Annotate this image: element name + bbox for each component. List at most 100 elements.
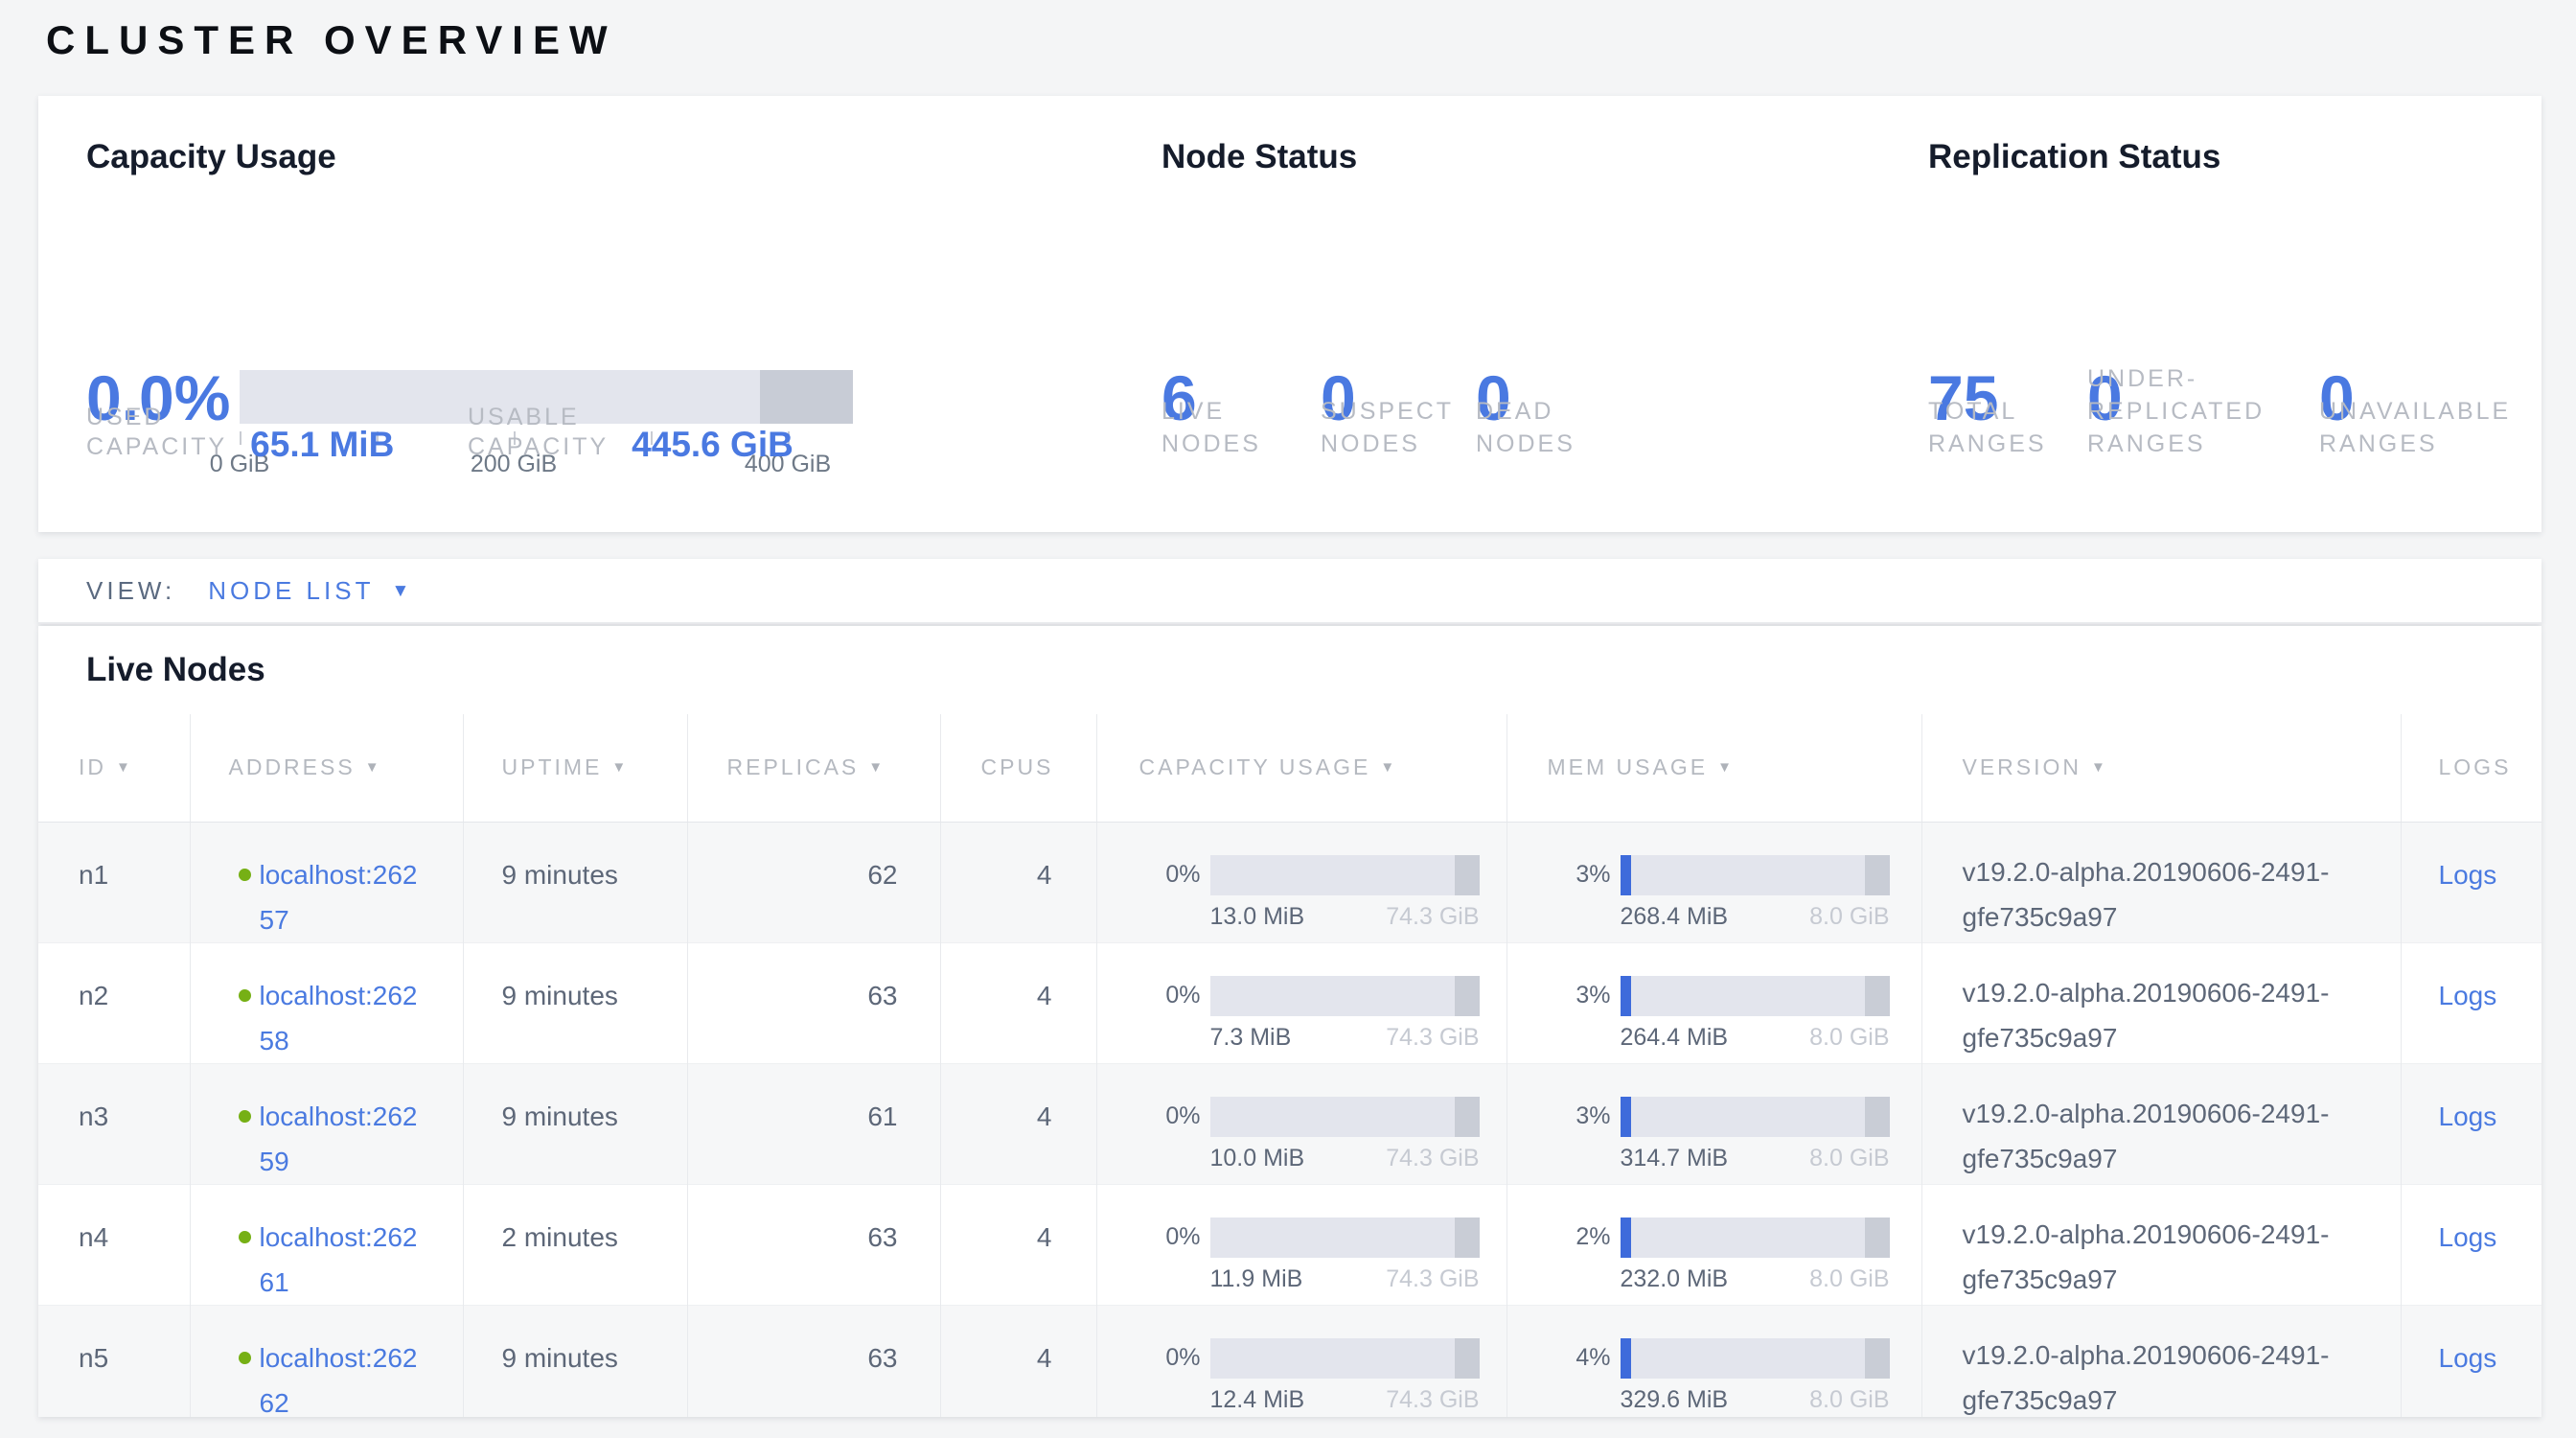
view-selector-dropdown[interactable]: NODE LIST ▼ [208,576,409,606]
node-id-cell: n4 [38,1184,190,1305]
mem-usage-cell: 3% 268.4 MiB8.0 GiB [1506,822,1921,942]
view-label: VIEW: [86,576,175,606]
capacity-total-value: 74.3 GiB [1386,1267,1479,1291]
capacity-percent: 0% [1159,1346,1201,1370]
summary-card: Capacity Usage 0.0% 0 GiB 200 GiB 400 Gi… [38,96,2542,532]
column-header-mem-usage[interactable]: MEM USAGE▼ [1506,714,1921,822]
used-capacity-label: USED CAPACITY [86,403,227,462]
live-nodes-card: Live Nodes ID▼ ADDRESS▼ UPTIME▼ REPLICAS… [38,626,2542,1417]
logs-link[interactable]: Logs [2439,1343,2497,1373]
logs-cell: Logs [2401,1184,2542,1305]
capacity-usage-cell: 0% 7.3 MiB74.3 GiB [1096,942,1506,1063]
logs-cell: Logs [2401,822,2542,942]
suspect-nodes-label: SUSPECT NODES [1321,395,1476,460]
capacity-total-value: 74.3 GiB [1386,1147,1479,1171]
sort-caret-icon: ▼ [116,759,133,776]
total-ranges-label: TOTAL RANGES [1928,395,2087,460]
replicas-cell: 63 [687,942,940,1063]
sort-caret-icon: ▼ [868,759,886,776]
capacity-total-value: 74.3 GiB [1386,905,1479,929]
column-label: VERSION [1963,754,2082,779]
capacity-usage-bar [1210,1097,1480,1137]
node-status-section: Node Status 6 0 0 LIVE NODES SUSPECT NOD… [1162,96,1890,532]
capacity-used-value: 7.3 MiB [1210,1026,1292,1050]
replication-labels: TOTAL RANGES UNDER-REPLICATED RANGES UNA… [1928,357,2542,460]
column-header-address[interactable]: ADDRESS▼ [190,714,463,822]
logs-link[interactable]: Logs [2439,981,2497,1010]
node-address-link[interactable]: localhost:26259 [260,1094,432,1184]
version-cell: v19.2.0-alpha.20190606-2491-gfe735c9a97 [1921,942,2401,1063]
live-status-dot-icon [239,989,251,1002]
logs-cell: Logs [2401,942,2542,1063]
mem-usage-cell: 3% 264.4 MiB8.0 GiB [1506,942,1921,1063]
unavailable-label: UNAVAILABLE RANGES [2319,395,2542,460]
cpus-cell: 4 [940,1063,1096,1184]
live-status-dot-icon [239,1110,251,1123]
capacity-usage-cell: 0% 10.0 MiB74.3 GiB [1096,1063,1506,1184]
node-status-labels: LIVE NODES SUSPECT NODES DEAD NODES [1162,357,1648,460]
capacity-percent: 0% [1159,984,1201,1008]
version-cell: v19.2.0-alpha.20190606-2491-gfe735c9a97 [1921,1063,2401,1184]
uptime-cell: 9 minutes [463,942,687,1063]
capacity-usage-title: Capacity Usage [86,138,336,176]
capacity-usage-cell: 0% 13.0 MiB74.3 GiB [1096,822,1506,942]
column-label: LOGS [2439,754,2512,779]
column-header-version[interactable]: VERSION ▼ [1921,714,2401,822]
capacity-used-value: 11.9 MiB [1210,1267,1303,1291]
mem-total-value: 8.0 GiB [1809,1267,1889,1291]
cpus-cell: 4 [940,942,1096,1063]
replicas-cell: 61 [687,1063,940,1184]
live-nodes-title: Live Nodes [86,651,265,689]
dead-nodes-label: DEAD NODES [1476,395,1648,460]
capacity-percent: 0% [1159,1225,1201,1249]
column-header-id[interactable]: ID ▼ [38,714,190,822]
logs-link[interactable]: Logs [2439,1102,2497,1131]
logs-link[interactable]: Logs [2439,1222,2497,1252]
mem-percent: 3% [1569,1104,1611,1128]
column-label: UPTIME [502,754,603,779]
view-bar: VIEW: NODE LIST ▼ [38,559,2542,624]
mem-percent: 3% [1569,863,1611,887]
mem-percent: 3% [1569,984,1611,1008]
capacity-usage-bar [1210,976,1480,1016]
table-row: n4 localhost:26261 2 minutes 63 4 0% 11.… [38,1184,2542,1305]
replication-status-title: Replication Status [1928,138,2220,176]
table-row: n5 localhost:26262 9 minutes 63 4 0% 12.… [38,1305,2542,1417]
mem-usage-bar [1621,1338,1890,1379]
node-address-cell: localhost:26259 [191,1064,463,1184]
column-label: ID [79,754,106,779]
node-address-cell: localhost:26261 [191,1185,463,1305]
mem-percent: 4% [1569,1346,1611,1370]
column-header-cpus: CPUS [940,714,1096,822]
replicas-cell: 63 [687,1184,940,1305]
node-id-cell: n1 [38,822,190,942]
node-address-link[interactable]: localhost:26257 [260,852,432,942]
uptime-cell: 9 minutes [463,1063,687,1184]
node-id-cell: n3 [38,1063,190,1184]
node-address-cell: localhost:26262 [191,1306,463,1418]
capacity-stats: USED CAPACITY 65.1 MiB USABLE CAPACITY 4… [86,403,794,462]
node-address-link[interactable]: localhost:26261 [260,1215,432,1305]
node-address-link[interactable]: localhost:26258 [260,973,432,1063]
column-header-capacity-usage[interactable]: CAPACITY USAGE▼ [1096,714,1506,822]
cluster-overview-page: CLUSTER OVERVIEW Capacity Usage 0.0% 0 G… [0,0,2576,1438]
uptime-cell: 2 minutes [463,1184,687,1305]
version-cell: v19.2.0-alpha.20190606-2491-gfe735c9a97 [1921,1305,2401,1417]
mem-used-value: 268.4 MiB [1621,905,1729,929]
mem-usage-cell: 2% 232.0 MiB8.0 GiB [1506,1184,1921,1305]
mem-used-value: 314.7 MiB [1621,1147,1729,1171]
cpus-cell: 4 [940,1305,1096,1417]
logs-link[interactable]: Logs [2439,860,2497,890]
mem-usage-bar [1621,1097,1890,1137]
used-capacity-value: 65.1 MiB [250,425,394,465]
mem-total-value: 8.0 GiB [1809,1388,1889,1412]
uptime-cell: 9 minutes [463,1305,687,1417]
column-header-replicas[interactable]: REPLICAS▼ [687,714,940,822]
live-status-dot-icon [239,1352,251,1364]
capacity-used-value: 10.0 MiB [1210,1147,1305,1171]
node-address-link[interactable]: localhost:26262 [260,1335,432,1418]
column-header-uptime[interactable]: UPTIME▼ [463,714,687,822]
sort-caret-icon: ▼ [2091,759,2108,776]
capacity-usage-bar [1210,855,1480,895]
cpus-cell: 4 [940,1184,1096,1305]
